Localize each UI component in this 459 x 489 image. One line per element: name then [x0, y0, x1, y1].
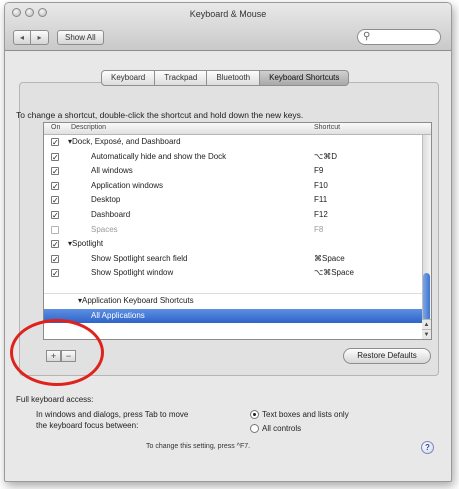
shortcut-description: ▾Dock, Exposé, and Dashboard: [68, 137, 181, 146]
shortcut-group-row[interactable]: ✓ ▾Dock, Exposé, and Dashboard: [44, 135, 431, 150]
add-shortcut-button[interactable]: +: [46, 350, 61, 362]
restore-defaults-button[interactable]: Restore Defaults: [343, 348, 431, 364]
search-input[interactable]: [374, 31, 436, 43]
shortcut-keys[interactable]: F11: [314, 193, 327, 207]
tab-keyboard-shortcuts[interactable]: Keyboard Shortcuts: [260, 70, 350, 86]
shortcut-description: Show Spotlight search field: [91, 253, 188, 263]
shortcut-keys[interactable]: ⌥⌘D: [314, 150, 337, 164]
column-header-shortcut[interactable]: Shortcut: [314, 124, 340, 131]
full-keyboard-access-title: Full keyboard access:: [16, 395, 94, 404]
shortcut-description: All windows: [91, 166, 133, 176]
list-scrollbar[interactable]: ▲ ▼: [422, 135, 431, 339]
remove-shortcut-button[interactable]: −: [61, 350, 76, 362]
instructions-text: To change a shortcut, double-click the s…: [16, 110, 304, 120]
tab-trackpad[interactable]: Trackpad: [155, 70, 208, 86]
scroll-up-arrow[interactable]: ▲: [422, 319, 431, 329]
shortcut-keys[interactable]: F8: [314, 223, 323, 237]
show-all-button[interactable]: Show All: [57, 30, 104, 45]
shortcut-keys[interactable]: ⌥⌘Space: [314, 266, 354, 280]
checkbox-checked[interactable]: ✓: [51, 210, 59, 219]
full-keyboard-access-desc-line1: In windows and dialogs, press Tab to mov…: [36, 410, 189, 419]
shortcut-description: Application windows: [91, 180, 164, 190]
shortcut-row[interactable]: ✓ Automatically hide and show the Dock ⌥⌘D: [44, 150, 431, 165]
radio-text-boxes-lists[interactable]: Text boxes and lists only: [250, 410, 349, 419]
shortcut-description: Automatically hide and show the Dock: [91, 151, 227, 161]
shortcut-row-all-applications[interactable]: All Applications: [44, 308, 431, 324]
shortcut-row[interactable]: Spaces F8: [44, 223, 431, 238]
help-icon[interactable]: ?: [421, 441, 434, 454]
radio-button-selected[interactable]: [250, 410, 259, 419]
list-header: On Description Shortcut: [44, 123, 431, 135]
shortcut-description: Spaces: [91, 224, 118, 234]
shortcut-row[interactable]: ✓ Application windows F10: [44, 179, 431, 194]
shortcut-description: All Applications: [91, 310, 145, 320]
shortcut-description: ▾Spotlight: [68, 239, 104, 249]
checkbox-checked[interactable]: ✓: [51, 138, 59, 147]
scroll-down-arrow[interactable]: ▼: [422, 329, 431, 339]
shortcut-description: Show Spotlight window: [91, 268, 174, 278]
title-bar: Keyboard & Mouse ◂ ▸ Show All ⚲: [5, 3, 451, 51]
checkbox-unchecked[interactable]: [51, 225, 59, 234]
tab-bar: Keyboard Trackpad Bluetooth Keyboard Sho…: [101, 70, 350, 86]
full-keyboard-access-desc-line2: the keyboard focus between:: [36, 421, 139, 430]
checkbox-checked[interactable]: ✓: [51, 152, 59, 161]
forward-button[interactable]: ▸: [31, 30, 49, 45]
shortcut-description: Desktop: [91, 195, 121, 205]
shortcut-keys[interactable]: F9: [314, 164, 323, 178]
tab-keyboard[interactable]: Keyboard: [101, 70, 156, 86]
shortcut-group-row[interactable]: ✓ ▾Spotlight: [44, 237, 431, 252]
keyboard-access-hint: To change this setting, press ^F7.: [146, 443, 251, 450]
shortcut-keys[interactable]: ⌘Space: [314, 252, 345, 266]
radio-button-unselected[interactable]: [250, 424, 259, 433]
search-icon: ⚲: [363, 31, 371, 42]
radio-label-text-boxes-lists: Text boxes and lists only: [262, 410, 349, 419]
shortcut-row[interactable]: ✓ Show Spotlight window ⌥⌘Space: [44, 266, 431, 281]
checkbox-checked[interactable]: ✓: [51, 181, 59, 190]
checkbox-checked[interactable]: ✓: [51, 269, 59, 278]
shortcut-group-row-application[interactable]: ▾Application Keyboard Shortcuts: [44, 294, 431, 309]
shortcut-row[interactable]: ✓ Show Spotlight search field ⌘Space: [44, 252, 431, 267]
window-title: Keyboard & Mouse: [189, 9, 267, 19]
shortcut-description: ▾Application Keyboard Shortcuts: [78, 295, 194, 305]
shortcut-keys[interactable]: F10: [314, 179, 328, 193]
search-field[interactable]: ⚲: [357, 29, 441, 45]
nav-buttons: ◂ ▸: [13, 30, 49, 45]
column-header-description[interactable]: Description: [71, 124, 106, 131]
tab-bluetooth[interactable]: Bluetooth: [207, 70, 261, 86]
list-rows: ✓ ▾Dock, Exposé, and Dashboard ✓ Automatica…: [44, 135, 431, 324]
shortcut-row[interactable]: ✓ Desktop F11: [44, 193, 431, 208]
shortcut-description: Dashboard: [91, 209, 131, 219]
shortcut-row[interactable]: ✓ Dashboard F12: [44, 208, 431, 223]
column-header-on[interactable]: On: [51, 124, 60, 131]
back-button[interactable]: ◂: [13, 30, 31, 45]
radio-label-all-controls: All controls: [262, 424, 302, 433]
checkbox-checked[interactable]: ✓: [51, 196, 59, 205]
radio-all-controls[interactable]: All controls: [250, 424, 301, 433]
checkbox-checked[interactable]: ✓: [51, 254, 59, 263]
shortcuts-list[interactable]: On Description Shortcut ✓ ▾Dock, Exposé, …: [43, 122, 432, 340]
scrollbar-thumb[interactable]: [423, 273, 430, 321]
list-spacer: [44, 280, 431, 294]
shortcut-row[interactable]: ✓ All windows F9: [44, 164, 431, 179]
checkbox-checked[interactable]: ✓: [51, 167, 59, 176]
checkbox-checked[interactable]: ✓: [51, 240, 59, 249]
shortcut-keys[interactable]: F12: [314, 208, 328, 222]
